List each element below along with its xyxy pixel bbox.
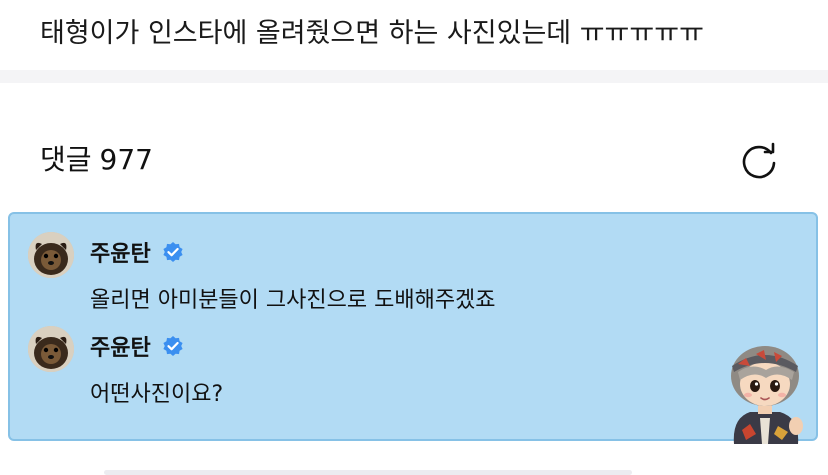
dog-avatar-icon[interactable] xyxy=(28,326,74,372)
refresh-icon xyxy=(742,142,776,179)
author-line: 주윤탄 xyxy=(90,330,184,362)
comment-thread-highlighted: 주윤탄 올리면 아미분들이 그사진으로 도배해주겠죠 주윤탄 어떤사진이요? xyxy=(8,212,818,444)
comments-label: 댓글 xyxy=(40,143,92,176)
post-title: 태형이가 인스타에 올려줬으면 하는 사진있는데 ㅠㅠㅠㅠㅠ xyxy=(40,18,704,49)
section-divider xyxy=(0,70,828,83)
author-name[interactable]: 주윤탄 xyxy=(90,242,151,267)
verified-badge-icon xyxy=(163,242,183,262)
comment-text: 어떤사진이요? xyxy=(90,382,224,407)
comments-count: 977 xyxy=(99,143,153,176)
refresh-button[interactable] xyxy=(738,140,780,182)
author-line: 주윤탄 xyxy=(90,236,184,268)
dog-avatar-icon[interactable] xyxy=(28,232,74,278)
comment-text: 올리면 아미분들이 그사진으로 도배해주겠죠 xyxy=(90,288,496,313)
character-sticker xyxy=(731,346,803,444)
verified-badge-icon xyxy=(163,336,183,356)
comments-header: 댓글 977 xyxy=(40,140,153,180)
scroll-indicator xyxy=(104,470,632,475)
author-name[interactable]: 주윤탄 xyxy=(90,336,151,361)
